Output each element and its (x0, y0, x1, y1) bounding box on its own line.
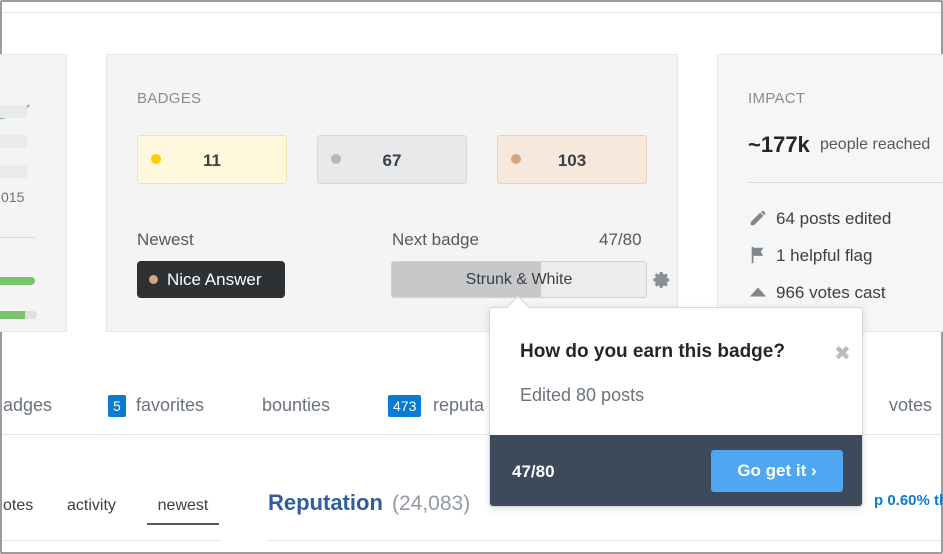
progress-bar-fill (0, 311, 25, 319)
people-reached-label: people reached (820, 136, 931, 153)
sub-tab-newest[interactable]: newest (147, 497, 219, 525)
card-divider (748, 182, 943, 183)
graph-gridline (0, 135, 27, 148)
graph-gridline (0, 105, 27, 118)
posts-edited-row[interactable]: 64 posts edited (748, 209, 891, 229)
next-badge-name: Strunk & White (465, 271, 573, 288)
silver-badges-count[interactable]: 67 (317, 135, 467, 184)
sub-tab-votes[interactable]: otes (3, 497, 33, 515)
impact-card: IMPACT ~177k people reached 64 posts edi… (717, 54, 943, 332)
silver-count-value: 67 (382, 151, 402, 170)
tab-reputation[interactable]: reputa (433, 395, 484, 416)
gold-count-value: 11 (203, 151, 221, 170)
votes-cast-row[interactable]: 966 votes cast (748, 283, 886, 303)
popover-description: Edited 80 posts (520, 385, 645, 405)
gold-badges-count[interactable]: 11 (137, 135, 287, 184)
posts-edited-text: 64 posts edited (776, 209, 892, 228)
tab-favorites[interactable]: favorites (136, 395, 204, 416)
graph-gridline (0, 165, 27, 178)
flag-icon (751, 246, 764, 264)
helpful-flag-text: 1 helpful flag (776, 246, 873, 265)
reputation-total: (24,083) (392, 492, 471, 515)
popover-footer: 47/80 Go get it › (490, 435, 862, 506)
close-icon[interactable]: ✖ (834, 341, 851, 366)
graph-year-label: 015 (1, 189, 25, 205)
section-divider (268, 540, 941, 541)
section-divider (2, 540, 222, 541)
reputation-graph-card: 015 (0, 54, 67, 332)
gear-icon[interactable] (653, 271, 671, 289)
progress-bar-fill (0, 277, 35, 285)
tab-bounties[interactable]: bounties (262, 395, 330, 416)
reputation-heading: Reputation (268, 490, 383, 515)
helpful-flag-row[interactable]: 1 helpful flag (748, 246, 872, 266)
tab-votes[interactable]: votes (889, 395, 932, 416)
reputation-count-badge: 473 (388, 395, 422, 417)
bronze-count-value: 103 (557, 151, 587, 170)
sub-tab-activity[interactable]: activity (67, 497, 116, 515)
badges-title: BADGES (137, 90, 202, 107)
newest-badge-name: Nice Answer (167, 270, 262, 289)
votes-cast-text: 966 votes cast (776, 283, 886, 302)
card-divider (0, 237, 35, 238)
newest-badge-pill[interactable]: Nice Answer (137, 261, 285, 298)
newest-label: Newest (137, 230, 194, 249)
next-badge-label: Next badge (392, 230, 479, 249)
next-badge-progress-text: 47/80 (599, 230, 642, 249)
favorites-count-badge: 5 (108, 395, 126, 417)
people-reached-value: ~177k (748, 132, 810, 157)
header-divider (2, 12, 941, 13)
bronze-badge-icon (149, 275, 158, 284)
upvote-triangle-icon (749, 287, 767, 297)
badge-info-popover: How do you earn this badge? ✖ Edited 80 … (489, 295, 863, 507)
tab-badges[interactable]: adges (3, 395, 52, 416)
bronze-badges-count[interactable]: 103 (497, 135, 647, 184)
popover-progress-text: 47/80 (512, 462, 555, 481)
impact-title: IMPACT (748, 90, 806, 107)
badges-card: BADGES 11 67 103 Newest Nice Answer Next… (106, 54, 678, 332)
next-badge-progress-bar[interactable]: Strunk & White (391, 261, 647, 298)
pencil-icon (750, 210, 766, 226)
top-percent-link[interactable]: p 0.60% th (874, 492, 943, 509)
popover-title: How do you earn this badge? (520, 341, 785, 362)
go-get-it-button[interactable]: Go get it › (711, 450, 843, 492)
